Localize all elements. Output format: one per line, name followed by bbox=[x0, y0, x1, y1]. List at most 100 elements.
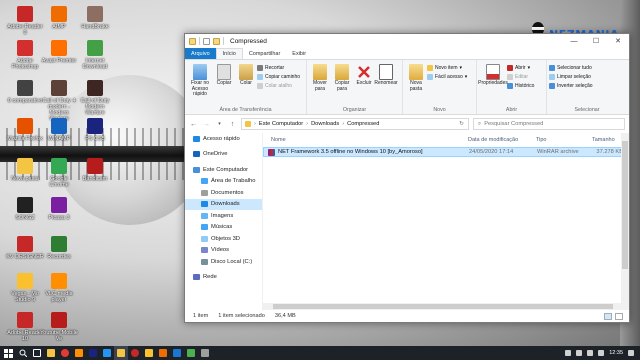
invert-selection-button[interactable]: Inverter seleção bbox=[549, 82, 593, 90]
properties-icon[interactable] bbox=[203, 37, 210, 45]
desktop-icon[interactable]: Adobe Reader 9 bbox=[6, 6, 44, 36]
photoshop-taskbar-icon[interactable] bbox=[86, 346, 100, 360]
easy-access-button[interactable]: Fácil acesso ▾ bbox=[427, 73, 467, 81]
desktop-icon[interactable]: Recordes bbox=[40, 236, 78, 260]
winamp-taskbar-icon[interactable] bbox=[142, 346, 156, 360]
desktop-icon[interactable]: KV DESIGNER bbox=[6, 236, 44, 260]
paste-button[interactable]: Colar bbox=[235, 62, 257, 87]
bandicam-taskbar-icon[interactable] bbox=[128, 346, 142, 360]
new-folder-icon[interactable] bbox=[213, 37, 220, 45]
breadcrumb-downloads[interactable]: Downloads bbox=[311, 121, 339, 127]
details-view-icon[interactable] bbox=[604, 312, 612, 320]
new-folder-button[interactable]: Nova pasta bbox=[405, 62, 427, 92]
delete-button[interactable]: Excluir bbox=[353, 62, 375, 87]
tab-inicio[interactable]: Início bbox=[215, 48, 243, 59]
nav-item[interactable]: Documentos bbox=[185, 187, 262, 199]
explorer-active-taskbar-icon[interactable] bbox=[114, 346, 128, 360]
desktop-icon[interactable]: SONGZ bbox=[6, 197, 44, 221]
volume-icon[interactable] bbox=[587, 350, 594, 356]
paste-shortcut-button[interactable]: Colar atalho bbox=[257, 82, 300, 90]
rename-button[interactable]: Renomear bbox=[374, 62, 398, 87]
desktop-icon[interactable]: WINAMP bbox=[40, 118, 78, 142]
desktop-icon[interactable]: Adobe Photoshop bbox=[6, 40, 44, 70]
column-size[interactable]: Tamanho bbox=[592, 137, 622, 143]
desktop-icon[interactable]: AIMP bbox=[40, 6, 78, 30]
up-arrow-icon[interactable]: ↑ bbox=[228, 121, 237, 128]
select-none-button[interactable]: Limpar seleção bbox=[549, 73, 593, 81]
search-icon[interactable] bbox=[16, 346, 30, 360]
nav-item[interactable]: Downloads bbox=[185, 198, 262, 210]
recent-chevron-icon[interactable]: ▾ bbox=[215, 121, 224, 127]
desktop-icon[interactable]: Mozilla Firefox bbox=[6, 118, 44, 142]
avast-taskbar-icon[interactable] bbox=[156, 346, 170, 360]
desktop-icon[interactable]: Call of Duty 4 modern - Modern Warfare bbox=[40, 80, 78, 122]
desktop-icon[interactable]: 0 comparativo bbox=[6, 80, 44, 104]
clock[interactable]: 12:35 bbox=[609, 350, 623, 356]
maximize-button[interactable]: ☐ bbox=[585, 34, 607, 48]
close-button[interactable]: ✕ bbox=[607, 34, 629, 48]
store-taskbar-icon[interactable] bbox=[170, 346, 184, 360]
breadcrumb-compressed[interactable]: Compressed bbox=[347, 121, 379, 127]
pin-quick-access-button[interactable]: Fixar no Acesso rápido bbox=[187, 62, 213, 98]
keyboard-icon[interactable] bbox=[598, 350, 605, 356]
desktop-icon[interactable]: Nova pasta bbox=[6, 158, 44, 182]
title-bar[interactable]: Compressed — ☐ ✕ bbox=[185, 34, 629, 48]
notifications-icon[interactable] bbox=[628, 350, 634, 356]
refresh-icon[interactable]: ↻ bbox=[459, 121, 464, 127]
nav-item[interactable]: Rede bbox=[185, 272, 262, 284]
nav-item[interactable]: Acesso rápido bbox=[185, 133, 262, 145]
settings-taskbar-icon[interactable] bbox=[198, 346, 212, 360]
file-explorer-taskbar-icon[interactable] bbox=[44, 346, 58, 360]
table-row[interactable]: NET Framework 3.5 offline no Windows 10 … bbox=[263, 147, 629, 157]
minimize-button[interactable]: — bbox=[563, 34, 585, 48]
desktop-icon[interactable]: PS CS5 bbox=[76, 118, 114, 142]
copy-path-button[interactable]: Copiar caminho bbox=[257, 73, 300, 81]
column-type[interactable]: Tipo bbox=[536, 137, 592, 143]
vlc-taskbar-icon[interactable] bbox=[72, 346, 86, 360]
task-view-icon[interactable] bbox=[30, 346, 44, 360]
desktop-icon[interactable]: Google Chrome bbox=[40, 158, 78, 188]
tab-exibir[interactable]: Exibir bbox=[286, 48, 312, 59]
select-all-button[interactable]: Selecionar tudo bbox=[549, 64, 593, 72]
desktop-icon[interactable]: Call of Duty Modern Warfare bbox=[76, 80, 114, 116]
move-to-button[interactable]: Mover para bbox=[309, 62, 331, 92]
nav-item[interactable]: Disco Local (C:) bbox=[185, 256, 262, 268]
forward-arrow-icon[interactable]: → bbox=[202, 121, 211, 128]
vertical-scrollbar[interactable] bbox=[621, 133, 629, 310]
desktop-icon[interactable]: Bandicam bbox=[76, 158, 114, 182]
hscrollbar-thumb[interactable] bbox=[273, 304, 613, 309]
breadcrumb-este-computador[interactable]: Este Computador bbox=[259, 121, 303, 127]
start-button[interactable] bbox=[0, 348, 16, 358]
address-bar[interactable]: › Este Computador › Downloads › Compress… bbox=[241, 118, 469, 130]
nav-item[interactable]: Imagens bbox=[185, 210, 262, 222]
nav-item[interactable]: Músicas bbox=[185, 222, 262, 234]
nav-item[interactable]: Objetos 3D bbox=[185, 233, 262, 245]
desktop-icon[interactable]: VLC media player bbox=[40, 273, 78, 303]
chrome-taskbar-icon[interactable] bbox=[58, 346, 72, 360]
search-input[interactable]: ⌕ Pesquisar Compressed bbox=[473, 118, 625, 130]
column-name[interactable]: Nome bbox=[263, 137, 468, 143]
chevron-up-icon[interactable] bbox=[565, 350, 572, 356]
nav-item[interactable]: OneDrive bbox=[185, 149, 262, 161]
desktop-icon[interactable]: Vegas - Mo Studio 9 bbox=[6, 273, 44, 303]
copy-to-button[interactable]: Copiar para bbox=[331, 62, 353, 92]
edit-button[interactable]: Editar bbox=[507, 73, 534, 81]
desktop-icon[interactable]: Avast Premier bbox=[40, 40, 78, 64]
desktop-icon[interactable]: Internet Download bbox=[76, 40, 114, 70]
scrollbar-thumb[interactable] bbox=[622, 141, 628, 269]
desktop-icon[interactable]: Adobe Reader 10 bbox=[6, 312, 44, 342]
history-button[interactable]: Histórico bbox=[507, 82, 534, 90]
app-taskbar-icon[interactable] bbox=[100, 346, 114, 360]
back-arrow-icon[interactable]: ← bbox=[189, 121, 198, 128]
column-date[interactable]: Data de modificação bbox=[468, 137, 536, 143]
properties-button[interactable]: Propriedades bbox=[478, 62, 508, 87]
desktop-icon[interactable]: HandBrake bbox=[76, 6, 114, 30]
cut-button[interactable]: Recortar bbox=[257, 64, 300, 72]
nav-item[interactable]: Este Computador bbox=[185, 164, 262, 176]
desktop-icon[interactable]: Youtube Mobile Ve bbox=[40, 312, 78, 342]
tab-compartilhar[interactable]: Compartilhar bbox=[243, 48, 286, 59]
new-item-button[interactable]: Novo item ▾ bbox=[427, 64, 467, 72]
mail-taskbar-icon[interactable] bbox=[184, 346, 198, 360]
copy-button[interactable]: Copiar bbox=[213, 62, 235, 87]
nav-item[interactable]: Vídeos bbox=[185, 245, 262, 257]
